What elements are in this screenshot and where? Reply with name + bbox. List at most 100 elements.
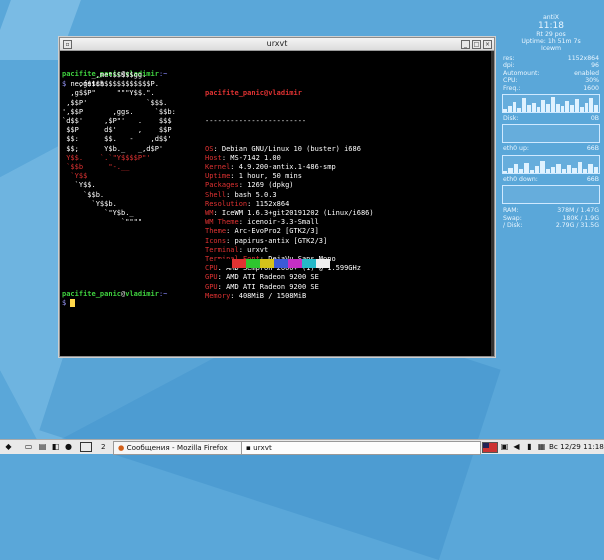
logo-line: `"Y$b._ xyxy=(62,209,134,218)
graph-bar xyxy=(584,102,589,113)
terminal-content[interactable]: pacifite_panic@vladimir:~ $ neofetch _,m… xyxy=(62,52,492,354)
graph-bar xyxy=(508,167,513,173)
graph-bar xyxy=(550,96,555,113)
graph-bar xyxy=(574,99,579,113)
info-key: Theme xyxy=(205,227,227,236)
info-key: CPU xyxy=(205,264,218,273)
conky-stat-row: dpi: 96 xyxy=(500,62,602,69)
info-key: WM Theme xyxy=(205,218,239,227)
logo-line: `"""" xyxy=(62,218,143,227)
graph-bar xyxy=(572,167,577,173)
info-row: OS: Debian GNU/Linux 10 (buster) i686 xyxy=(205,145,374,154)
info-header: pacifite_panic@vladimir xyxy=(205,89,302,98)
maximize-button[interactable]: □ xyxy=(472,40,481,49)
info-value: : icenoir-3.3-Small xyxy=(238,218,319,227)
window-menu-button[interactable]: ▫ xyxy=(63,40,72,49)
conky-mem-row: / Disk: 2.79G / 31.5G xyxy=(500,222,602,229)
graph-bar xyxy=(507,106,512,113)
logo-line: ,g$$P" """Y$$.". xyxy=(62,89,155,98)
graph-bar xyxy=(589,97,594,113)
graph-bar xyxy=(536,106,541,113)
info-value: : 408MiB / 1508MiB xyxy=(230,291,307,300)
info-value: : 4.9.200-antix.1-486-smp xyxy=(230,163,336,172)
color-swatch xyxy=(218,259,232,268)
tray-icon[interactable]: ▦ xyxy=(537,442,546,451)
info-separator: ------------------------ xyxy=(205,117,307,126)
info-value: : 1269 (dpkg) xyxy=(238,181,294,190)
cpu-graph xyxy=(502,94,600,114)
close-button[interactable]: × xyxy=(483,40,492,49)
logo-line: `$$b. xyxy=(62,190,105,199)
logo-line: ,$$P' `$$$. xyxy=(62,98,168,107)
file-manager-icon[interactable]: ▤ xyxy=(38,442,47,451)
graph-bar xyxy=(594,105,598,113)
stat-label: res: xyxy=(503,55,515,62)
prompt-line-2: pacifite_panic@vladimir:~ xyxy=(62,290,168,298)
conky-stat-row: res: 1152x864 xyxy=(500,55,602,62)
stat-label: Freq.: xyxy=(503,84,521,92)
prompt-input-line[interactable]: $ xyxy=(62,299,76,308)
info-value: : Arc-EvoPro2 [GTK2/3] xyxy=(226,227,319,236)
info-value: : MS-7142 1.00 xyxy=(221,153,281,162)
clock[interactable]: Вс 12/29 11:18 xyxy=(549,441,604,453)
info-value: : urxvt xyxy=(238,245,269,254)
graph-bar xyxy=(579,106,584,113)
mem-total: / 1.9G xyxy=(580,214,599,222)
info-row: Resolution: 1152x864 xyxy=(205,200,374,209)
graph-bar xyxy=(534,166,540,173)
mem-total: / 31.5G xyxy=(576,222,599,230)
eth-down-row: eth0 down: 66B xyxy=(503,175,599,183)
info-value: : IceWM 1.6.3+git20191202 (Linux/i686) xyxy=(213,209,374,218)
window-titlebar[interactable]: urxvt ▫ _ □ × xyxy=(60,38,494,51)
color-swatch xyxy=(260,259,274,268)
logo-line: $$: $$. - ,d$$' xyxy=(62,135,172,144)
workspace-1-icon[interactable] xyxy=(80,442,92,452)
conky-stat-row: Freq.: 1600 xyxy=(500,85,602,92)
info-key: GPU xyxy=(205,282,218,291)
logo-line: `Y$$. xyxy=(62,181,96,190)
graph-bar xyxy=(588,164,593,173)
mem-used: 2.79G xyxy=(555,222,575,230)
graph-bar xyxy=(524,162,529,173)
graph-bar xyxy=(545,168,550,173)
stat-value: 30% xyxy=(585,77,599,85)
info-row: Host: MS-7142 1.00 xyxy=(205,154,374,163)
network-icon[interactable]: ▣ xyxy=(500,442,509,451)
mem-label: / Disk: xyxy=(503,222,523,230)
logo-line: ,g$$$$$$$$$$$$$$$P. xyxy=(62,80,159,89)
terminal-icon: ▪ xyxy=(246,443,251,452)
start-menu-icon[interactable]: ◆ xyxy=(4,442,13,451)
info-row: GPU: AMD ATI Radeon 9200 SE xyxy=(205,283,374,292)
graph-bar xyxy=(582,169,588,173)
show-desktop-icon[interactable]: ▭ xyxy=(24,442,33,451)
keyboard-layout-flag-icon[interactable] xyxy=(482,442,498,453)
firefox-icon: ● xyxy=(118,443,125,452)
info-row: Icons: papirus-antix [GTK2/3] xyxy=(205,237,374,246)
conky-date: Rt 29 pos xyxy=(536,31,566,38)
logo-line: $$P d$' , $$P xyxy=(62,126,172,135)
info-row: Kernel: 4.9.200-antix.1-486-smp xyxy=(205,163,374,172)
volume-icon[interactable]: ◀ xyxy=(512,442,521,451)
settings-icon[interactable]: ◧ xyxy=(51,442,60,451)
graph-bar xyxy=(517,107,522,113)
eth-up-graph xyxy=(502,154,600,174)
color-swatch xyxy=(288,259,302,268)
graph-bar xyxy=(560,106,565,113)
minimize-button[interactable]: _ xyxy=(461,40,470,49)
browser-icon[interactable]: ● xyxy=(64,442,73,451)
conky-hostname: antiX xyxy=(542,14,560,21)
workspace-2[interactable]: 2 xyxy=(101,441,106,453)
info-row: Shell: bash 5.0.3 xyxy=(205,191,374,200)
battery-icon[interactable]: ▮ xyxy=(525,442,534,451)
graph-bar xyxy=(556,163,561,173)
info-key: Host xyxy=(205,153,222,162)
info-row: WM: IceWM 1.6.3+git20191202 (Linux/i686) xyxy=(205,209,374,218)
info-row: Theme: Arc-EvoPro2 [GTK2/3] xyxy=(205,227,374,236)
terminal-window[interactable]: urxvt ▫ _ □ × pacifite_panic@vladimir:~ … xyxy=(59,37,495,357)
graph-bar xyxy=(526,105,531,113)
logo-line: ',$$P ,ggs. `$$b: xyxy=(62,107,176,116)
stat-label: dpi: xyxy=(503,62,515,70)
info-value: : bash 5.0.3 xyxy=(226,190,277,199)
graph-bar xyxy=(570,105,574,113)
info-value: : Debian GNU/Linux 10 (buster) i686 xyxy=(213,144,361,153)
